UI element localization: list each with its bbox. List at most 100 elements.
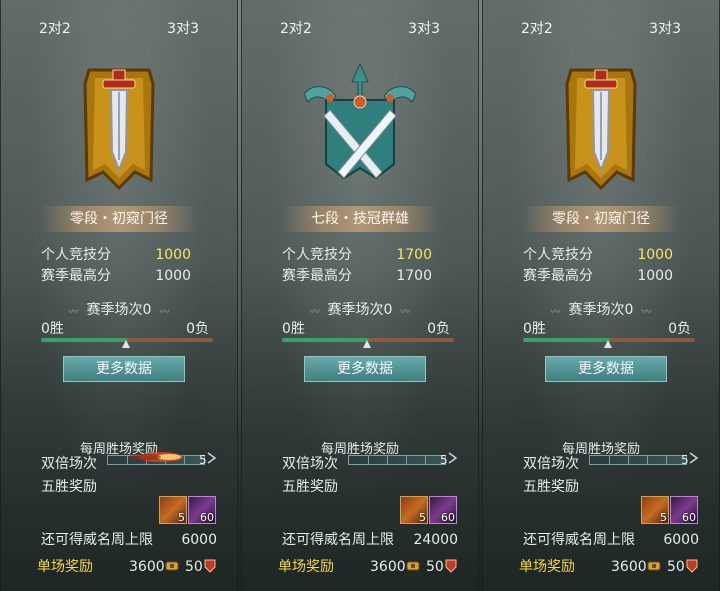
- personal-score-value: 1700: [396, 247, 432, 263]
- tab-3v3[interactable]: 3对3: [649, 18, 681, 38]
- season-high-label: 赛季最高分: [41, 268, 111, 284]
- losses-count: 0负: [668, 321, 691, 337]
- weekly-cap-value: 24000: [413, 532, 458, 548]
- weekly-cap-value: 6000: [663, 532, 699, 548]
- reward-item-chest[interactable]: 5: [641, 496, 669, 524]
- mode-tabs: 2对2 3对3: [483, 18, 719, 42]
- personal-score-value: 1000: [637, 247, 673, 263]
- wins-count: 0胜: [282, 321, 305, 337]
- win-loss-marker-icon: [363, 340, 371, 348]
- single-coin-value: 3600: [370, 559, 406, 575]
- weekly-cap-row: 还可得威名周上限 6000: [523, 530, 699, 550]
- losses-count: 0负: [186, 321, 209, 337]
- reward-item-count: 5: [178, 511, 185, 524]
- win-loss-marker-icon: [604, 340, 612, 348]
- more-data-button[interactable]: 更多数据: [304, 356, 426, 382]
- season-high-value: 1000: [637, 268, 673, 284]
- single-match-reward-row: 单场奖励 3600 50: [37, 557, 223, 577]
- five-win-reward-label: 五胜奖励: [41, 479, 97, 495]
- win-loss-marker-icon: [122, 340, 130, 348]
- rank-name: 零段・初窥门径: [41, 206, 197, 232]
- double-matches-count: 5: [199, 453, 207, 467]
- reward-item-count: 60: [200, 511, 214, 524]
- double-matches-count: 5: [681, 453, 689, 467]
- single-badge-value: 50: [667, 559, 685, 575]
- ornament-icon: 〰: [68, 306, 79, 318]
- single-coin-value: 3600: [129, 559, 165, 575]
- double-matches-count: 5: [440, 453, 448, 467]
- wins-count: 0胜: [41, 321, 64, 337]
- five-win-reward-label: 五胜奖励: [282, 479, 338, 495]
- season-high-label: 赛季最高分: [282, 268, 352, 284]
- season-matches-text: 赛季场次0: [568, 302, 634, 318]
- coin-icon: [406, 561, 420, 571]
- double-matches-bar: [348, 455, 446, 465]
- double-matches-label: 双倍场次: [41, 456, 97, 472]
- flame-effect-icon: [129, 452, 183, 462]
- ornament-icon: 〰: [309, 306, 320, 318]
- shield-badge-icon: [445, 559, 457, 573]
- weekly-cap-value: 6000: [181, 532, 217, 548]
- reward-item-potion[interactable]: 60: [188, 496, 216, 524]
- coin-icon: [165, 561, 179, 571]
- losses-count: 0负: [427, 321, 450, 337]
- weekly-cap-label: 还可得威名周上限: [282, 532, 394, 548]
- single-coin-value: 3600: [611, 559, 647, 575]
- season-high-value: 1700: [396, 268, 432, 284]
- single-match-reward-row: 单场奖励 3600 50: [278, 557, 464, 577]
- reward-item-potion[interactable]: 60: [429, 496, 457, 524]
- tab-3v3[interactable]: 3对3: [167, 18, 199, 38]
- mode-tabs: 2对2 3对3: [1, 18, 237, 42]
- season-high-row: 赛季最高分 1700: [282, 266, 442, 286]
- chevron-right-icon: [448, 452, 458, 464]
- single-badge-value: 50: [185, 559, 203, 575]
- rank-panel-2: 2对2 3对3 七段・技冠群雄 个人竞技分 1700 赛季最高分 1700 〰赛…: [241, 0, 479, 591]
- tab-2v2[interactable]: 2对2: [521, 18, 553, 38]
- banner-sword-icon: [83, 68, 155, 191]
- rank-panel-1: 2对2 3对3 零段・初窥门径 个人竞技分 1000 赛季最高分 1000 〰赛…: [0, 0, 238, 591]
- coin-icon: [647, 561, 661, 571]
- season-matches-heading: 〰赛季场次0 〰: [242, 299, 478, 319]
- reward-item-count: 5: [419, 511, 426, 524]
- banner-sword-icon: [565, 68, 637, 191]
- weekly-cap-label: 还可得威名周上限: [523, 532, 635, 548]
- single-match-reward-label: 单场奖励: [519, 559, 575, 575]
- reward-item-chest[interactable]: 5: [159, 496, 187, 524]
- season-matches-heading: 〰赛季场次0 〰: [1, 299, 237, 319]
- tab-2v2[interactable]: 2对2: [280, 18, 312, 38]
- personal-score-row: 个人竞技分 1700: [282, 245, 442, 265]
- single-match-reward-label: 单场奖励: [278, 559, 334, 575]
- ornament-icon: 〰: [641, 306, 652, 318]
- more-data-button[interactable]: 更多数据: [63, 356, 185, 382]
- season-matches-text: 赛季场次0: [327, 302, 393, 318]
- personal-score-value: 1000: [155, 247, 191, 263]
- rank-name: 七段・技冠群雄: [282, 206, 438, 232]
- reward-item-potion[interactable]: 60: [670, 496, 698, 524]
- chevron-right-icon: [689, 452, 699, 464]
- ornament-icon: 〰: [159, 306, 170, 318]
- tab-2v2[interactable]: 2对2: [39, 18, 71, 38]
- chevron-right-icon: [207, 452, 217, 464]
- shield-badge-icon: [204, 559, 216, 573]
- shield-badge-icon: [686, 559, 698, 573]
- reward-item-chest[interactable]: 5: [400, 496, 428, 524]
- weekly-cap-label: 还可得威名周上限: [41, 532, 153, 548]
- ornament-icon: 〰: [550, 306, 561, 318]
- single-match-reward-row: 单场奖励 3600 50: [519, 557, 705, 577]
- season-matches-heading: 〰赛季场次0 〰: [483, 299, 719, 319]
- tab-3v3[interactable]: 3对3: [408, 18, 440, 38]
- season-high-row: 赛季最高分 1000: [41, 266, 201, 286]
- season-high-label: 赛季最高分: [523, 268, 593, 284]
- more-data-button[interactable]: 更多数据: [545, 356, 667, 382]
- double-matches-label: 双倍场次: [282, 456, 338, 472]
- weekly-cap-row: 还可得威名周上限 24000: [282, 530, 458, 550]
- five-win-reward-label: 五胜奖励: [523, 479, 579, 495]
- ornament-icon: 〰: [400, 306, 411, 318]
- season-high-value: 1000: [155, 268, 191, 284]
- rank-panel-3: 2对2 3对3 零段・初窥门径 个人竞技分 1000 赛季最高分 1000 〰赛…: [482, 0, 720, 591]
- rank-name: 零段・初窥门径: [523, 206, 679, 232]
- personal-score-label: 个人竞技分: [523, 247, 593, 263]
- single-badge-value: 50: [426, 559, 444, 575]
- reward-item-count: 60: [682, 511, 696, 524]
- weekly-cap-row: 还可得威名周上限 6000: [41, 530, 217, 550]
